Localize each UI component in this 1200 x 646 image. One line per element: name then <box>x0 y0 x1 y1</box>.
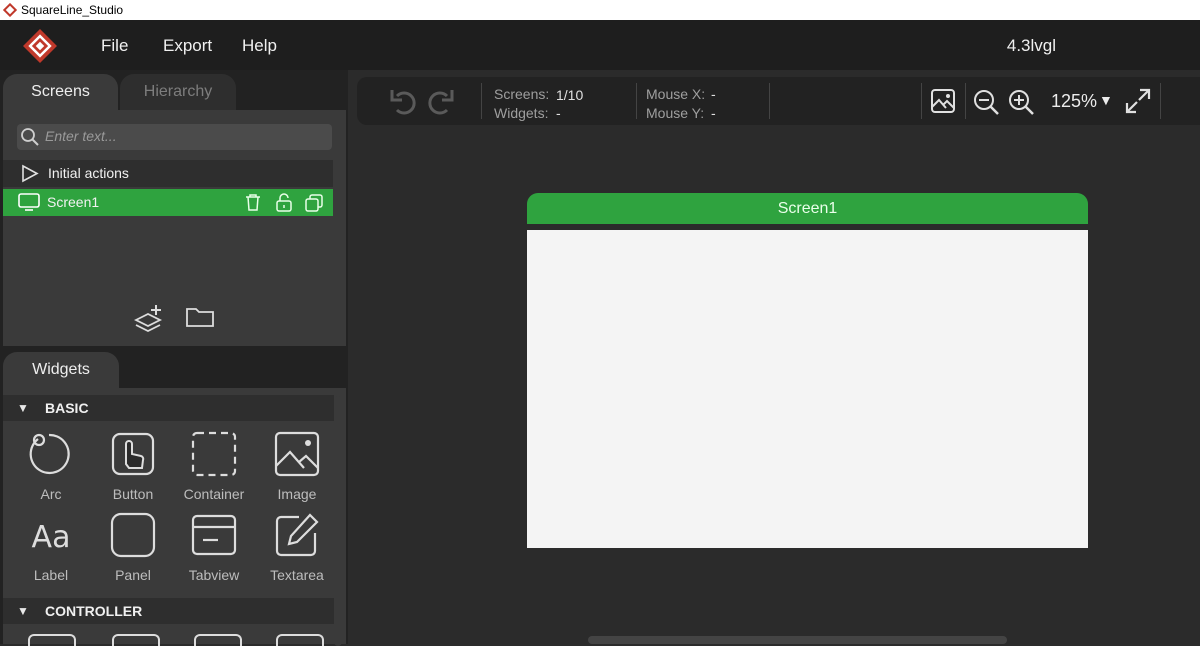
menu-export[interactable]: Export <box>163 36 212 56</box>
tabview-icon <box>191 514 237 556</box>
controller-widget-icon[interactable] <box>28 634 76 646</box>
canvas-toolbar: Screens: 1/10 Widgets: - Mouse X: - Mous… <box>357 77 1200 125</box>
widget-arc-label: Arc <box>40 486 62 502</box>
collapse-arrow-icon: ▼ <box>17 604 29 618</box>
section-basic[interactable]: ▼ BASIC <box>3 395 334 421</box>
zoom-dropdown-arrow-icon[interactable]: ▼ <box>1099 92 1113 108</box>
panel-icon <box>110 512 156 558</box>
widget-panel-label: Panel <box>115 567 151 583</box>
zoom-in-icon[interactable] <box>1007 88 1035 116</box>
controller-widget-icon[interactable] <box>194 634 242 646</box>
widget-container[interactable]: Container <box>174 430 254 508</box>
fit-screen-icon[interactable] <box>1125 88 1151 114</box>
widget-button[interactable]: Button <box>93 430 173 508</box>
zoom-out-icon[interactable] <box>972 88 1000 116</box>
screen-canvas[interactable] <box>527 230 1088 548</box>
undo-icon[interactable] <box>389 86 419 116</box>
controller-widget-icon[interactable] <box>112 634 160 646</box>
section-controller[interactable]: ▼ CONTROLLER <box>3 598 334 624</box>
duplicate-icon[interactable] <box>304 193 324 212</box>
mouse-y-label: Mouse Y: <box>646 105 705 121</box>
widget-textarea[interactable]: Textarea <box>257 511 337 589</box>
arc-icon <box>29 433 70 475</box>
unlock-icon[interactable] <box>275 193 293 212</box>
screen-title-bar[interactable]: Screen1 <box>527 193 1088 224</box>
mouse-x-label: Mouse X: <box>646 86 706 102</box>
mouse-x-value: - <box>711 86 716 102</box>
collapse-arrow-icon: ▼ <box>17 401 29 415</box>
toolbar-separator <box>769 83 770 119</box>
widget-label-label: Label <box>33 567 69 583</box>
widgets-count-label: Widgets: <box>494 105 549 121</box>
window-titlebar: SquareLine_Studio <box>0 0 1200 20</box>
toolbar-separator <box>636 83 637 119</box>
section-basic-label: BASIC <box>45 400 89 416</box>
screens-search-input[interactable]: Enter text... <box>17 124 332 150</box>
add-screen-icon[interactable] <box>133 303 165 333</box>
search-placeholder: Enter text... <box>45 128 117 144</box>
widget-tabview[interactable]: Tabview <box>174 511 254 589</box>
folder-icon[interactable] <box>185 305 215 329</box>
widget-textarea-label: Textarea <box>270 567 324 583</box>
menu-bar: File Export Help 4.3lvgl <box>0 20 1200 70</box>
screen1-label: Screen1 <box>47 194 100 210</box>
menu-help[interactable]: Help <box>242 36 277 56</box>
textarea-icon <box>275 513 319 557</box>
initial-actions-item[interactable]: Initial actions <box>3 160 333 187</box>
search-icon <box>21 128 39 146</box>
widget-image[interactable]: Image <box>257 430 337 508</box>
toolbar-separator <box>481 83 482 119</box>
tab-widgets[interactable]: Widgets <box>3 352 119 388</box>
section-controller-label: CONTROLLER <box>45 603 143 619</box>
container-icon <box>191 431 237 477</box>
toolbar-separator <box>965 83 966 119</box>
image-icon <box>274 431 320 477</box>
zoom-level[interactable]: 125% <box>1051 91 1097 112</box>
app-small-icon <box>3 3 17 17</box>
window-title: SquareLine_Studio <box>21 3 124 17</box>
widgets-count-value: - <box>556 105 561 121</box>
canvas-horizontal-scrollbar[interactable] <box>588 636 1007 644</box>
widget-panel[interactable]: Panel <box>93 511 173 589</box>
squareline-logo-icon <box>23 29 57 63</box>
screens-count-label: Screens: <box>494 86 550 102</box>
monitor-icon <box>18 193 40 211</box>
screens-panel: Screens Hierarchy Enter text... Initial … <box>0 70 348 346</box>
trash-icon[interactable] <box>244 193 262 212</box>
label-icon: Aa <box>32 520 71 555</box>
screens-count-value: 1/10 <box>556 87 584 103</box>
svg-text:Aa: Aa <box>32 520 71 555</box>
controller-widget-icon[interactable] <box>276 634 324 646</box>
widgets-scrollbar[interactable] <box>334 396 342 646</box>
background-image-icon[interactable] <box>930 88 956 114</box>
widget-container-label: Container <box>183 486 245 502</box>
widget-button-label: Button <box>112 486 154 502</box>
version-label: 4.3lvgl <box>1006 36 1056 55</box>
tab-screens[interactable]: Screens <box>3 74 118 110</box>
widgets-panel: Widgets ▼ BASIC Arc Button Container Ima… <box>0 346 348 646</box>
mouse-y-value: - <box>711 105 716 121</box>
widget-label[interactable]: Aa Label <box>11 511 91 589</box>
toolbar-separator <box>921 83 922 119</box>
tab-hierarchy[interactable]: Hierarchy <box>120 74 236 110</box>
toolbar-separator <box>1160 83 1161 119</box>
widget-image-label: Image <box>277 486 317 502</box>
play-icon <box>22 164 39 183</box>
screen-title: Screen1 <box>777 200 838 217</box>
widget-arc[interactable]: Arc <box>11 430 91 508</box>
screen1-item[interactable]: Screen1 <box>3 189 333 216</box>
menu-file[interactable]: File <box>101 36 128 56</box>
widget-tabview-label: Tabview <box>188 567 240 583</box>
button-icon <box>111 432 155 476</box>
redo-icon[interactable] <box>425 86 455 116</box>
initial-actions-label: Initial actions <box>48 165 129 181</box>
